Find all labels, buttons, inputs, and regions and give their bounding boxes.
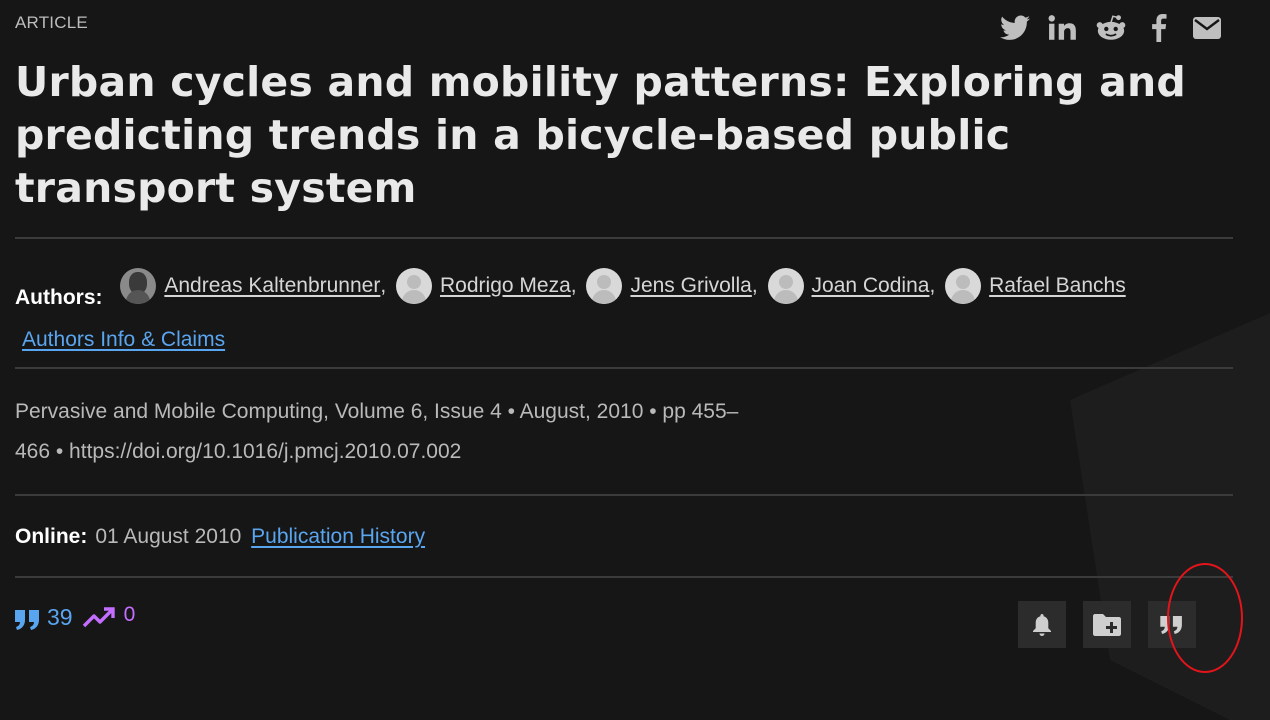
add-to-folder-button[interactable]	[1083, 601, 1131, 648]
online-date: Online: 01 August 2010 Publication Histor…	[15, 522, 425, 552]
reddit-icon[interactable]	[1095, 12, 1127, 44]
trending-up-icon	[82, 606, 115, 627]
divider	[15, 237, 1233, 239]
background-arrow-shape	[1070, 313, 1270, 720]
author-link[interactable]: Rafael Banchs	[989, 269, 1126, 303]
author-item[interactable]: Rafael Banchs	[945, 268, 1126, 304]
avatar	[945, 268, 982, 304]
share-bar	[999, 12, 1223, 44]
avatar	[120, 268, 157, 304]
linkedin-icon[interactable]	[1047, 12, 1079, 44]
annotation-circle	[1167, 563, 1243, 673]
authors-section: Authors: Andreas Kaltenbrunner, Rodrigo …	[15, 268, 1233, 357]
twitter-icon[interactable]	[999, 12, 1031, 44]
metrics-bar: 39 0	[15, 603, 136, 631]
avatar	[767, 268, 804, 304]
authors-info-link[interactable]: Authors Info & Claims	[22, 323, 1233, 357]
online-label: Online:	[15, 525, 88, 548]
publication-history-link[interactable]: Publication History	[251, 525, 425, 548]
author-link[interactable]: Andreas Kaltenbrunner	[164, 269, 380, 303]
alert-button[interactable]	[1018, 601, 1066, 648]
author-link[interactable]: Joan Codina	[812, 269, 930, 303]
publication-line: 466 • https://doi.org/10.1016/j.pmcj.201…	[15, 440, 462, 463]
avatar	[586, 268, 623, 304]
author-link[interactable]: Rodrigo Meza	[440, 269, 571, 303]
author-item[interactable]: Rodrigo Meza,	[396, 268, 577, 304]
author-link[interactable]: Jens Grivolla	[630, 269, 751, 303]
bell-icon	[1033, 613, 1051, 636]
altmetric-count[interactable]: 0	[124, 603, 136, 627]
publication-line: Pervasive and Mobile Computing, Volume 6…	[15, 400, 739, 423]
divider	[15, 576, 1233, 578]
folder-add-icon	[1093, 613, 1121, 636]
publication-info: Pervasive and Mobile Computing, Volume 6…	[15, 392, 855, 472]
author-item[interactable]: Jens Grivolla,	[586, 268, 758, 304]
divider	[15, 367, 1233, 369]
article-title: Urban cycles and mobility patterns: Expl…	[15, 58, 1186, 212]
facebook-icon[interactable]	[1143, 12, 1175, 44]
article-type-label: ARTICLE	[15, 13, 88, 32]
author-item[interactable]: Andreas Kaltenbrunner,	[120, 268, 386, 304]
citation-count[interactable]: 39	[47, 604, 73, 631]
email-icon[interactable]	[1191, 12, 1223, 44]
citation-quote-icon	[15, 609, 39, 630]
online-date-value: 01 August 2010	[95, 525, 242, 548]
author-item[interactable]: Joan Codina,	[767, 268, 935, 304]
authors-label: Authors:	[15, 286, 103, 309]
divider	[15, 494, 1233, 496]
avatar	[396, 268, 433, 304]
